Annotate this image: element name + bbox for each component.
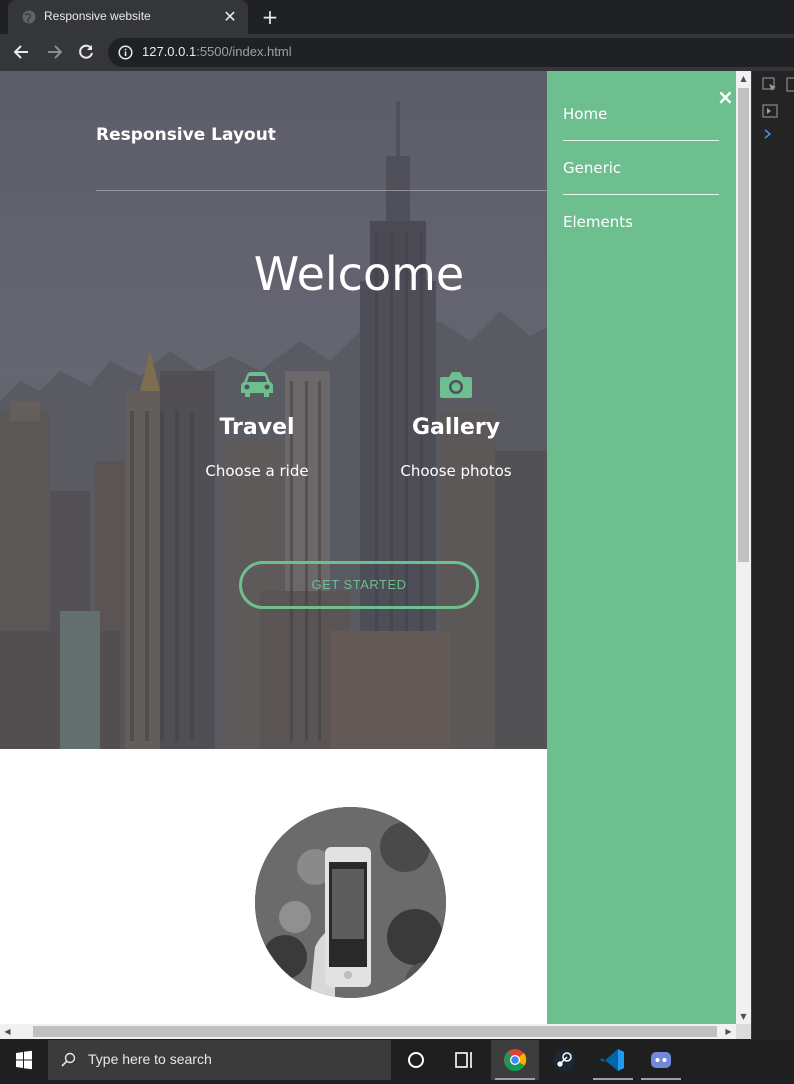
search-icon bbox=[61, 1052, 76, 1067]
menu-item-home[interactable]: Home bbox=[563, 105, 719, 123]
feature-text: Choose photos bbox=[400, 462, 512, 480]
task-view-icon[interactable] bbox=[440, 1040, 488, 1080]
console-drawer-icon[interactable] bbox=[762, 104, 778, 118]
vertical-scrollbar[interactable]: ▲ ▼ bbox=[736, 71, 751, 1024]
vscode-taskbar-button[interactable] bbox=[589, 1040, 637, 1080]
scroll-up-arrow-icon[interactable]: ▲ bbox=[736, 71, 751, 86]
menu-divider bbox=[563, 140, 719, 141]
taskbar-search-box[interactable]: Type here to search bbox=[48, 1040, 391, 1080]
header-divider bbox=[96, 190, 556, 191]
discord-taskbar-button[interactable] bbox=[637, 1040, 685, 1080]
browser-tabstrip: Responsive website ✕ + bbox=[0, 0, 794, 34]
tab-close-icon[interactable]: ✕ bbox=[220, 7, 240, 27]
chrome-taskbar-button[interactable] bbox=[491, 1040, 539, 1080]
camera-icon bbox=[440, 372, 472, 398]
feature-travel: Travel Choose a ride bbox=[157, 371, 357, 480]
menu-divider bbox=[563, 194, 719, 195]
discord-icon bbox=[651, 1052, 671, 1068]
phone-photo bbox=[255, 807, 446, 998]
scrollbar-corner bbox=[736, 1024, 751, 1039]
url-path: :5500/index.html bbox=[196, 44, 292, 59]
menu-item-generic[interactable]: Generic bbox=[563, 159, 719, 177]
windows-start-icon[interactable] bbox=[0, 1040, 48, 1080]
side-nav-menu: × Home Generic Elements bbox=[547, 71, 736, 1024]
scroll-down-arrow-icon[interactable]: ▼ bbox=[736, 1009, 751, 1024]
console-prompt-chevron-icon bbox=[764, 129, 772, 139]
back-arrow-icon[interactable] bbox=[12, 42, 32, 62]
reload-icon[interactable] bbox=[76, 42, 96, 62]
get-started-button[interactable]: GET STARTED bbox=[239, 561, 479, 609]
horizontal-scrollbar[interactable]: ◀ ▶ bbox=[0, 1024, 736, 1039]
cortana-icon[interactable] bbox=[392, 1040, 440, 1080]
feature-title: Gallery bbox=[411, 415, 501, 440]
vscode-icon bbox=[600, 1049, 624, 1071]
chrome-icon bbox=[504, 1049, 527, 1071]
address-bar[interactable]: 127.0.0.1:5500/index.html bbox=[108, 38, 794, 67]
info-icon[interactable] bbox=[118, 45, 133, 60]
scroll-left-arrow-icon[interactable]: ◀ bbox=[0, 1024, 15, 1039]
new-tab-button[interactable]: + bbox=[259, 6, 281, 28]
steam-icon[interactable] bbox=[540, 1040, 588, 1080]
phone-photo-circle bbox=[255, 807, 446, 998]
search-placeholder: Type here to search bbox=[88, 1051, 212, 1067]
close-menu-icon[interactable]: × bbox=[717, 87, 734, 107]
feature-gallery: Gallery Choose photos bbox=[356, 371, 556, 480]
tab-title: Responsive website bbox=[44, 9, 151, 23]
horizontal-scroll-thumb[interactable] bbox=[33, 1026, 717, 1037]
browser-tab[interactable]: Responsive website ✕ bbox=[8, 0, 248, 34]
inspect-element-icon[interactable] bbox=[762, 77, 778, 93]
scroll-right-arrow-icon[interactable]: ▶ bbox=[721, 1024, 736, 1039]
forward-arrow-icon[interactable] bbox=[44, 42, 64, 62]
menu-item-elements[interactable]: Elements bbox=[563, 213, 719, 231]
site-title[interactable]: Responsive Layout bbox=[96, 125, 276, 145]
url-host: 127.0.0.1 bbox=[142, 44, 197, 59]
car-icon bbox=[241, 372, 273, 397]
windows-taskbar: Type here to search bbox=[0, 1040, 794, 1080]
feature-text: Choose a ride bbox=[205, 462, 309, 480]
url-text[interactable]: 127.0.0.1:5500/index.html bbox=[142, 44, 292, 59]
devtools-panel bbox=[751, 71, 794, 1040]
browser-toolbar: 127.0.0.1:5500/index.html bbox=[0, 34, 794, 71]
globe-icon bbox=[22, 10, 36, 24]
device-toolbar-icon[interactable] bbox=[786, 77, 794, 93]
page-viewport: Responsive Layout Welcome Travel Choose … bbox=[0, 71, 736, 1024]
vertical-scroll-thumb[interactable] bbox=[738, 88, 749, 562]
feature-title: Travel bbox=[219, 415, 295, 440]
